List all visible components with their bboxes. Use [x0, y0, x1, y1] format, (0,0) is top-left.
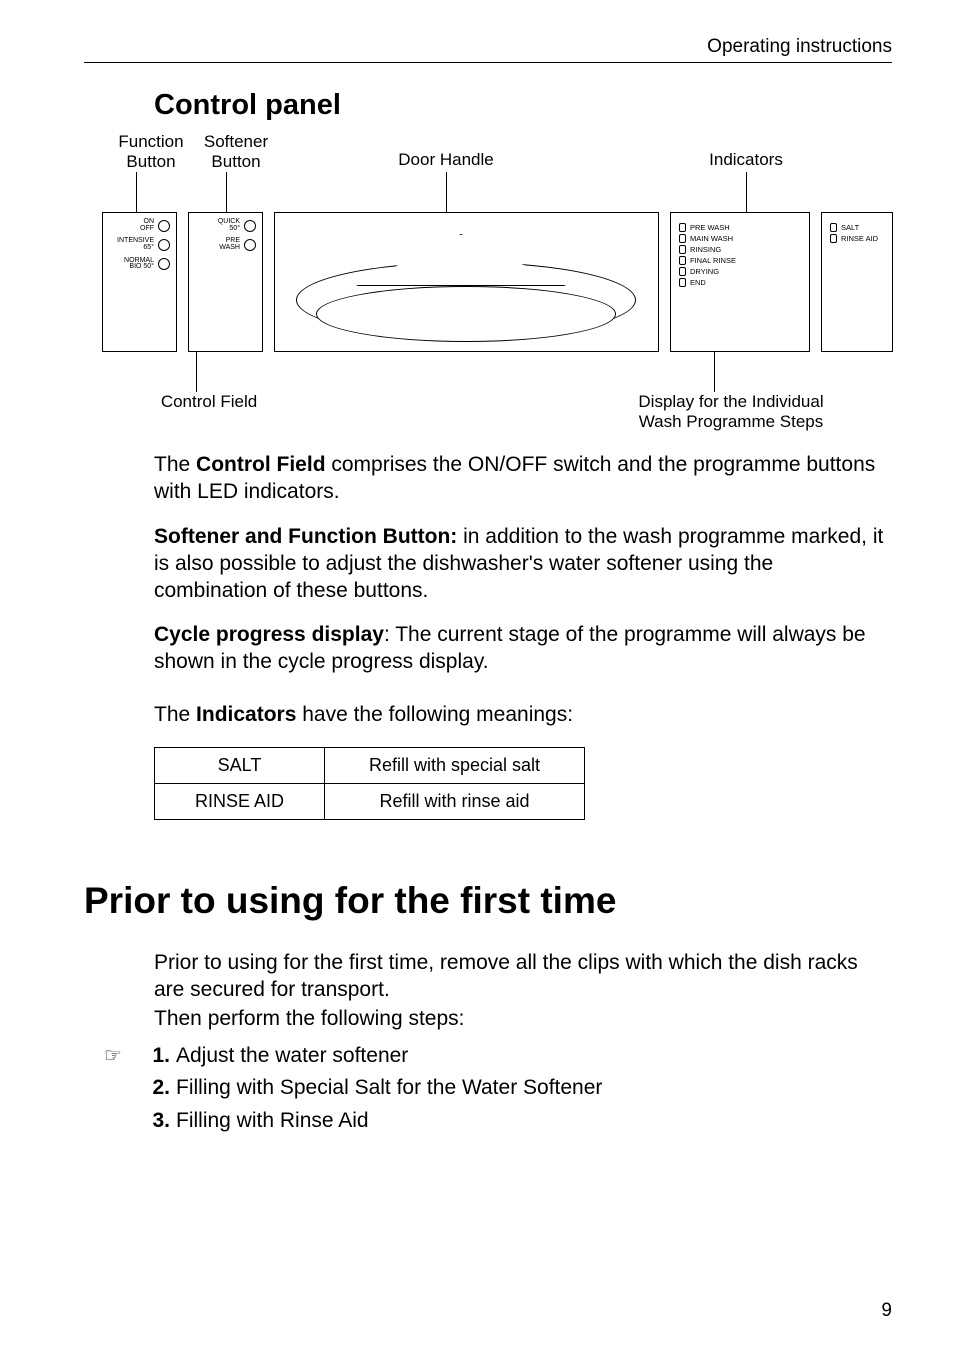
progress-step: RINSING: [679, 245, 801, 254]
label-display-programme: Display for the Individual Wash Programm…: [616, 392, 846, 431]
progress-step: END: [679, 278, 801, 287]
led-icon: [244, 239, 256, 251]
panel-indicators: SALT RINSE AID: [821, 212, 893, 352]
page-number: 9: [881, 1300, 892, 1322]
led-icon: [244, 220, 256, 232]
paragraph-indicators-intro: The Indicators have the following meanin…: [154, 702, 892, 729]
header-rule: [84, 62, 892, 63]
step-item: 3. Filling with Rinse Aid: [104, 1106, 892, 1136]
control-panel-diagram: Function Button Softener Button Door Han…: [96, 132, 892, 442]
leader-line: [196, 352, 197, 392]
indicators-table: SALT Refill with special salt RINSE AID …: [154, 747, 585, 820]
indicator-led: SALT: [830, 223, 886, 232]
paragraph-control-field: The Control Field comprises the ON/OFF s…: [154, 452, 892, 506]
progress-step: MAIN WASH: [679, 234, 801, 243]
panel-progress-display: PRE WASH MAIN WASH RINSING FINAL RINSE D…: [670, 212, 810, 352]
indicator-meaning: Refill with rinse aid: [325, 784, 585, 820]
step-item: 2. Filling with Special Salt for the Wat…: [104, 1073, 892, 1103]
step-number: 3.: [144, 1106, 170, 1136]
led-icon: [679, 234, 686, 243]
step-text: Filling with Rinse Aid: [176, 1106, 892, 1136]
running-header: Operating instructions: [84, 36, 892, 58]
led-icon: [158, 258, 170, 270]
label-control-field: Control Field: [144, 392, 274, 412]
table-row: SALT Refill with special salt: [155, 748, 585, 784]
panel-button: NORMALBIO 50°: [107, 258, 170, 271]
led-icon: [679, 256, 686, 265]
progress-step: DRYING: [679, 267, 801, 276]
led-icon: [679, 267, 686, 276]
led-icon: [679, 245, 686, 254]
panel-button: ONOFF: [107, 219, 170, 232]
heading-prior-to-using: Prior to using for the first time: [84, 880, 892, 922]
steps-list: ☞ 1. Adjust the water softener 2. Fillin…: [104, 1041, 892, 1136]
step-text: Adjust the water softener: [176, 1041, 892, 1071]
panel-buttons-left: ONOFF INTENSIVE65° NORMALBIO 50°: [102, 212, 177, 352]
page: Operating instructions Control panel Fun…: [0, 0, 954, 1352]
step-text: Filling with Special Salt for the Water …: [176, 1073, 892, 1103]
led-icon: [679, 278, 686, 287]
paragraph-prior-intro2: Then perform the following steps:: [154, 1006, 892, 1033]
led-icon: [830, 234, 837, 243]
leader-line: [714, 352, 715, 392]
label-softener-button: Softener Button: [191, 132, 281, 171]
led-icon: [679, 223, 686, 232]
door-handle-inner: [316, 286, 616, 342]
paragraph-prior-intro1: Prior to using for the first time, remov…: [154, 950, 892, 1004]
paragraph-softener-function: Softener and Function Button: in additio…: [154, 524, 892, 605]
step-number: 1.: [144, 1041, 170, 1071]
indicator-name: RINSE AID: [155, 784, 325, 820]
panel-button: PREWASH: [193, 238, 256, 251]
paragraph-cycle-progress: Cycle progress display: The current stag…: [154, 622, 892, 676]
table-row: RINSE AID Refill with rinse aid: [155, 784, 585, 820]
label-function-button: Function Button: [106, 132, 196, 171]
pointing-hand-icon: ☞: [104, 1042, 144, 1071]
led-icon: [158, 220, 170, 232]
panel-button: QUICK50°: [193, 219, 256, 232]
step-number: 2.: [144, 1073, 170, 1103]
step-item: ☞ 1. Adjust the water softener: [104, 1041, 892, 1071]
progress-step: PRE WASH: [679, 223, 801, 232]
panel-buttons-left2: QUICK50° PREWASH: [188, 212, 263, 352]
indicator-name: SALT: [155, 748, 325, 784]
led-icon: [830, 223, 837, 232]
led-icon: [158, 239, 170, 251]
panel-button: INTENSIVE65°: [107, 238, 170, 251]
progress-step: FINAL RINSE: [679, 256, 801, 265]
indicator-led: RINSE AID: [830, 234, 886, 243]
indicator-meaning: Refill with special salt: [325, 748, 585, 784]
section-title-control-panel: Control panel: [154, 89, 892, 122]
label-indicators: Indicators: [686, 150, 806, 170]
label-door-handle: Door Handle: [386, 150, 506, 170]
